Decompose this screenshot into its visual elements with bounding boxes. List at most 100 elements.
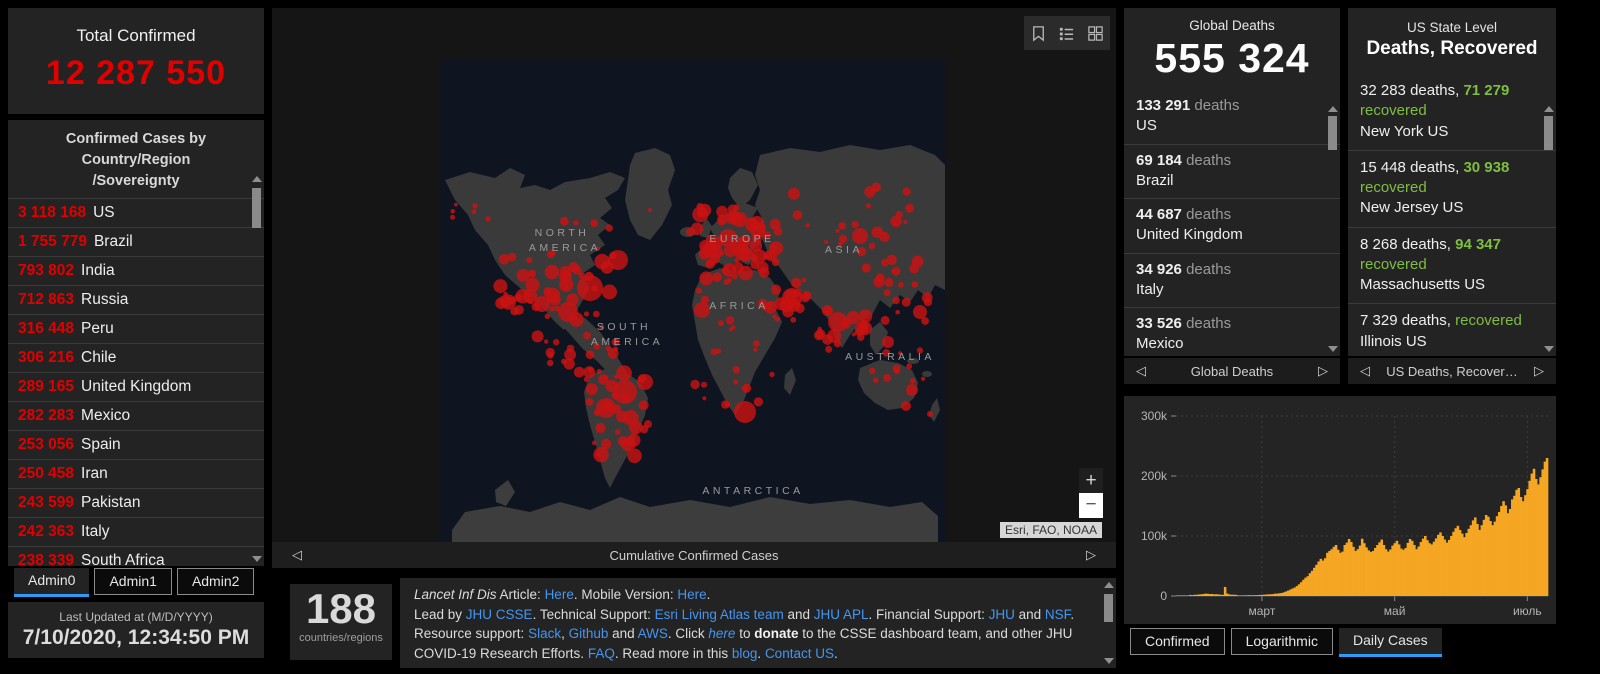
list-item[interactable]: 243 599 Pakistan: [8, 488, 264, 517]
label-europe: EUROPE: [709, 233, 774, 245]
list-item[interactable]: 253 056 Spain: [8, 430, 264, 459]
list-item[interactable]: 69 184 deaths Brazil: [1124, 143, 1340, 199]
list-item[interactable]: 44 687 deaths United Kingdom: [1124, 198, 1340, 253]
label-north-america: NORTH: [535, 227, 590, 239]
tab-logarithmic[interactable]: Logarithmic: [1230, 628, 1333, 655]
list-item[interactable]: 8 268 deaths, 94 347 recovered Massachus…: [1348, 226, 1556, 304]
list-item[interactable]: 1 755 779 Brazil: [8, 227, 264, 256]
list-item[interactable]: 3 118 168 US: [8, 198, 264, 227]
us-state-scrollbar[interactable]: [1543, 104, 1555, 354]
global-deaths-scrollbar[interactable]: [1327, 104, 1339, 354]
world-map[interactable]: NORTH AMERICA EUROPE ASIA AFRICA SOUTH A…: [440, 60, 945, 543]
carousel-title: Global Deaths: [1190, 363, 1274, 379]
list-item[interactable]: 238 339 South Africa: [8, 546, 264, 566]
list-item[interactable]: 133 291 deaths US: [1124, 90, 1340, 144]
zoom-out-button[interactable]: −: [1079, 493, 1103, 518]
carousel-next-icon[interactable]: ▷: [1318, 363, 1328, 379]
tab-admin2[interactable]: Admin2: [176, 568, 255, 595]
countries-count-label: countries/regions: [299, 632, 383, 645]
list-item[interactable]: 250 458 Iran: [8, 459, 264, 488]
chart-tabs: Confirmed Logarithmic Daily Cases: [1130, 628, 1442, 657]
countries-count-panel: 188 countries/regions: [290, 584, 392, 660]
legend-list-icon[interactable]: [1058, 25, 1075, 42]
scroll-down-icon[interactable]: [252, 556, 262, 562]
svg-text:AMERICA: AMERICA: [591, 336, 663, 348]
list-item[interactable]: 242 363 Italy: [8, 517, 264, 546]
daily-cases-chart: 0 100k 200k 300k март май июль: [1141, 409, 1549, 618]
list-item[interactable]: 282 283 Mexico: [8, 401, 264, 430]
scrollbar-thumb[interactable]: [1104, 594, 1113, 622]
last-updated-label: Last Updated at (M/D/YYYY): [59, 610, 213, 624]
scrollbar-thumb[interactable]: [1328, 116, 1337, 150]
info-link[interactable]: NSF: [1045, 607, 1071, 622]
info-link[interactable]: Here: [545, 587, 574, 602]
scroll-down-icon[interactable]: [1328, 346, 1338, 352]
total-confirmed-value: 12 287 550: [45, 54, 227, 92]
list-item[interactable]: 793 802 India: [8, 256, 264, 285]
scroll-up-icon[interactable]: [1328, 106, 1338, 112]
us-state-panel: US State Level Deaths, Recovered 32 283 …: [1348, 8, 1556, 356]
scroll-down-icon[interactable]: [1104, 658, 1114, 664]
countries-count-value: 188: [305, 585, 377, 632]
info-link[interactable]: here: [708, 626, 735, 641]
scroll-up-icon[interactable]: [1544, 106, 1554, 112]
carousel-next-icon[interactable]: ▷: [1534, 363, 1544, 379]
tab-confirmed[interactable]: Confirmed: [1130, 628, 1225, 655]
info-link[interactable]: JHU APL: [814, 607, 869, 622]
info-link[interactable]: JHU CSSE: [466, 607, 533, 622]
info-text-segment: .: [833, 645, 838, 661]
info-text-segment: ,: [561, 626, 569, 642]
info-link[interactable]: Slack: [528, 626, 561, 641]
info-text-segment: . Mobile Version:: [573, 587, 678, 602]
info-text-segment: . Financial Support:: [868, 606, 989, 622]
svg-text:июль: июль: [1513, 604, 1542, 618]
info-link[interactable]: Esri Living Atlas team: [655, 607, 784, 622]
info-text-segment: to: [735, 626, 755, 642]
map-panel[interactable]: NORTH AMERICA EUROPE ASIA AFRICA SOUTH A…: [272, 8, 1116, 568]
info-link[interactable]: Contact US: [765, 646, 834, 661]
list-item[interactable]: 712 863 Russia: [8, 285, 264, 314]
list-item[interactable]: 34 926 deaths Italy: [1124, 252, 1340, 308]
info-link[interactable]: Github: [569, 626, 609, 641]
carousel-prev-icon[interactable]: ◁: [1136, 363, 1146, 379]
carousel-prev-icon[interactable]: ◁: [1360, 363, 1370, 379]
map-caption-text: Cumulative Confirmed Cases: [609, 547, 779, 563]
scroll-up-icon[interactable]: [252, 176, 262, 182]
list-item[interactable]: 306 216 Chile: [8, 343, 264, 372]
bookmark-icon[interactable]: [1030, 25, 1047, 42]
list-item[interactable]: 289 165 United Kingdom: [8, 372, 264, 401]
basemap-grid-icon[interactable]: [1087, 25, 1104, 42]
carousel-next-icon[interactable]: ▷: [1086, 547, 1096, 563]
scroll-up-icon[interactable]: [1104, 582, 1114, 588]
us-state-carousel: ◁ US Deaths, Recover… ▷: [1348, 358, 1556, 384]
list-item[interactable]: 32 283 deaths, 71 279 recovered New York…: [1348, 74, 1556, 150]
total-confirmed-title: Total Confirmed: [76, 26, 196, 45]
scrollbar-thumb[interactable]: [1544, 116, 1553, 150]
scrollbar-thumb[interactable]: [252, 188, 261, 228]
info-text-segment: . Read more in this: [614, 645, 732, 661]
info-link[interactable]: JHU: [989, 607, 1015, 622]
svg-text:март: март: [1249, 604, 1276, 618]
tab-admin1[interactable]: Admin1: [94, 568, 172, 595]
carousel-prev-icon[interactable]: ◁: [292, 547, 302, 563]
list-item[interactable]: 7 329 deaths, recovered Illinois US: [1348, 303, 1556, 356]
map-attribution: Esri, FAO, NOAA: [999, 522, 1102, 538]
info-text-segment: Article:: [496, 587, 545, 602]
list-item[interactable]: 316 448 Peru: [8, 314, 264, 343]
list-item[interactable]: 33 526 deaths Mexico: [1124, 307, 1340, 356]
carousel-title: US Deaths, Recover…: [1386, 363, 1518, 379]
daily-cases-chart-panel: 0 100k 200k 300k март май июль: [1124, 396, 1556, 624]
info-text-segment: . Technical Support:: [532, 606, 655, 622]
tab-admin0[interactable]: Admin0: [14, 568, 90, 597]
us-panel-title: Deaths, Recovered: [1366, 38, 1538, 59]
scroll-down-icon[interactable]: [1544, 346, 1554, 352]
info-link[interactable]: FAQ: [588, 646, 615, 661]
list-item[interactable]: 15 448 deaths, 30 938 recovered New Jers…: [1348, 149, 1556, 227]
tab-daily-cases[interactable]: Daily Cases: [1338, 628, 1442, 657]
info-scrollbar[interactable]: [1103, 580, 1115, 666]
zoom-in-button[interactable]: +: [1079, 468, 1103, 493]
info-link[interactable]: blog: [732, 646, 758, 661]
info-link[interactable]: AWS: [638, 626, 668, 641]
info-link[interactable]: Here: [677, 587, 706, 602]
country-list-scrollbar[interactable]: [251, 174, 263, 564]
